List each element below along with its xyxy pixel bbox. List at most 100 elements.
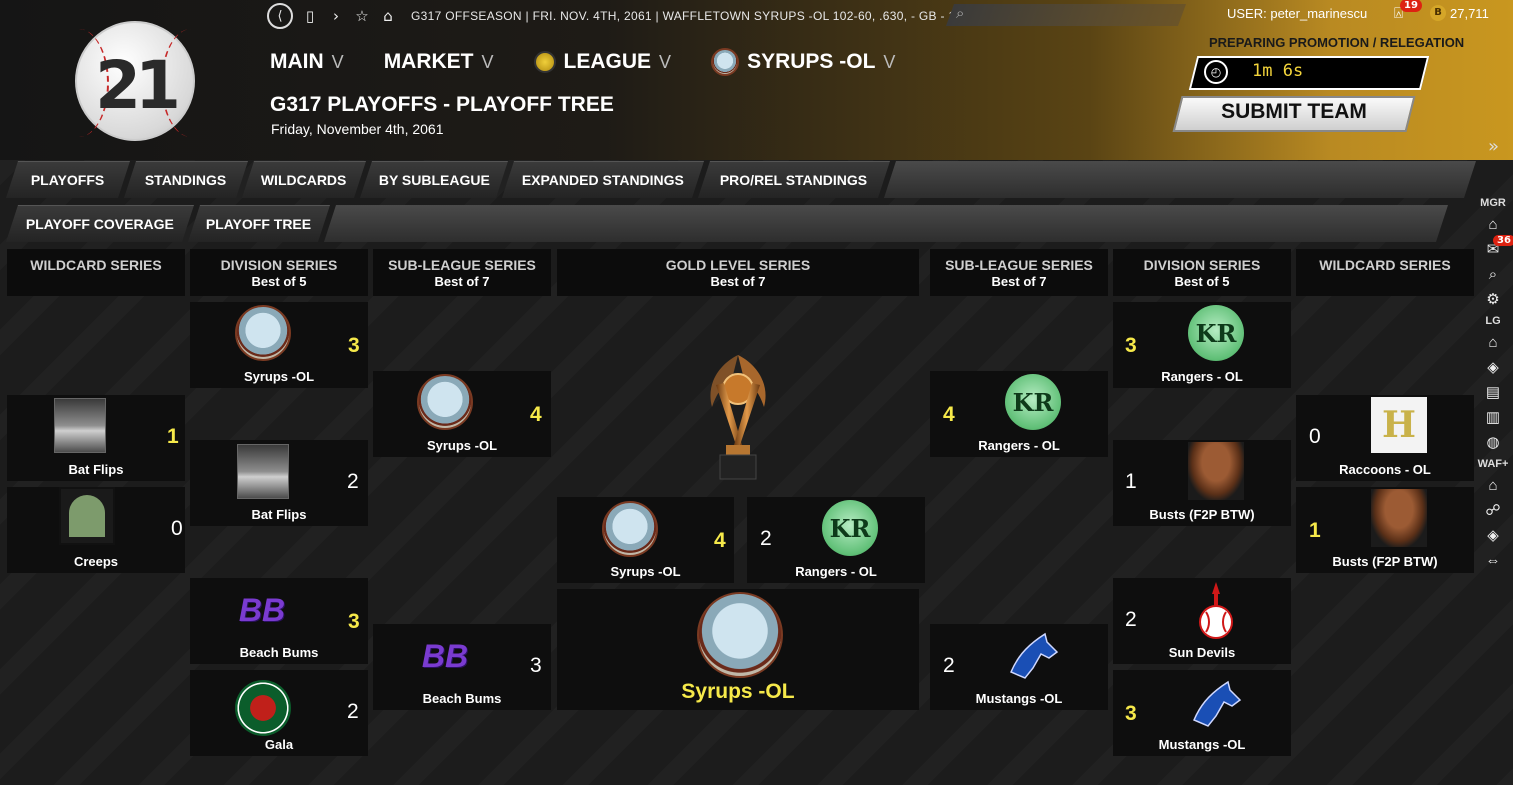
news-icon[interactable]: ▤ (1482, 381, 1504, 403)
team-name: Syrups -OL (243, 369, 315, 384)
team-card-rangers[interactable]: KR 4 Rangers - OL (930, 371, 1108, 457)
team-score: 2 (943, 654, 955, 677)
team-name: Rangers - OL (978, 438, 1060, 453)
bat-flips-logo-icon (54, 398, 106, 453)
beach-bums-logo-icon: BB (421, 637, 469, 674)
rangers-logo-icon: KR (1188, 305, 1244, 361)
nav-team-label: SYRUPS -OL (747, 50, 876, 73)
tab-playoff-coverage[interactable]: PLAYOFF COVERAGE (5, 205, 195, 242)
col-title: WILDCARD SERIES (1319, 257, 1451, 273)
tab-expanded-standings[interactable]: EXPANDED STANDINGS (501, 161, 705, 198)
team-score: 4 (530, 403, 542, 426)
diamond-icon[interactable]: ◈ (1482, 356, 1504, 378)
team-card-sun-devils[interactable]: 2 Sun Devils (1113, 578, 1291, 664)
team-card-gala[interactable]: 2 Gala (190, 670, 368, 756)
team-card-rangers[interactable]: KR 2 Rangers - OL (747, 497, 925, 583)
creeps-logo-shape (69, 495, 105, 537)
team-card-beach-bums[interactable]: BB 3 Beach Bums (373, 624, 551, 710)
expand-icon[interactable]: ⇔ (1482, 549, 1504, 571)
submit-team-label[interactable]: SUBMIT TEAM (1177, 100, 1411, 124)
team-card-bat-flips[interactable]: 2 Bat Flips (190, 440, 368, 526)
search-input[interactable] (945, 4, 1187, 26)
username[interactable]: USER: peter_marinescu (1227, 6, 1367, 21)
col-subleague-left: SUB-LEAGUE SERIES Best of 7 (373, 249, 551, 296)
team-card-syrups[interactable]: 4 Syrups -OL (557, 497, 734, 583)
app-logo[interactable]: 21 (75, 21, 195, 141)
search-icon[interactable]: ⌕ (1482, 263, 1504, 285)
team-card-mustangs[interactable]: 2 Mustangs -OL (930, 624, 1108, 710)
tab-standings[interactable]: STANDINGS (123, 161, 249, 198)
team-card-rangers[interactable]: KR 3 Rangers - OL (1113, 302, 1291, 388)
search-icon[interactable]: ⌕ (956, 4, 964, 22)
team-name: Mustangs -OL (1158, 737, 1246, 752)
tab-by-subleague-label: BY SUBLEAGUE (378, 172, 490, 188)
nav-main[interactable]: MAIN V (270, 48, 344, 76)
header: 21 ⟨ ▯ › ☆ ⌂ G317 OFFSEASON | FRI. NOV. … (0, 0, 1513, 160)
tab-pro-rel-standings[interactable]: PRO/REL STANDINGS (697, 161, 891, 198)
col-gold-level: GOLD LEVEL SERIES Best of 7 (557, 249, 919, 296)
tab-playoff-tree[interactable]: PLAYOFF TREE (187, 205, 331, 242)
notification-badge: 19 (1400, 0, 1422, 12)
team-score: 1 (167, 425, 179, 448)
col-sub: Best of 5 (1174, 274, 1230, 289)
col-sub: Best of 7 (434, 274, 490, 289)
team-card-busts[interactable]: 1 Busts (F2P BTW) (1113, 440, 1291, 526)
stopwatch-icon: ◴ (1204, 60, 1228, 84)
team-score: 3 (1125, 702, 1137, 725)
nav-league[interactable]: LEAGUE V (533, 48, 672, 76)
tab-wildcards[interactable]: WILDCARDS (241, 161, 367, 198)
team-card-bat-flips[interactable]: 1 Bat Flips (7, 395, 185, 481)
bar-chart-icon[interactable]: ▥ (1482, 406, 1504, 428)
raccoons-logo-icon: H (1371, 397, 1427, 453)
team-card-beach-bums[interactable]: BB 3 Beach Bums (190, 578, 368, 664)
promotion-status: PREPARING PROMOTION / RELEGATION (1209, 35, 1465, 50)
team-score: 1 (1309, 519, 1321, 542)
nav-market[interactable]: MARKET V (384, 48, 494, 76)
double-chevron-icon[interactable]: » (1488, 136, 1499, 157)
team-name: Rangers - OL (1161, 369, 1243, 384)
trophy-icon (710, 355, 766, 480)
people-icon[interactable]: ☍ (1482, 499, 1504, 521)
team-card-busts[interactable]: 1 Busts (F2P BTW) (1296, 487, 1474, 573)
top-bar: ⟨ ▯ › ☆ ⌂ G317 OFFSEASON | FRI. NOV. 4TH… (267, 3, 965, 29)
team-score: 2 (347, 700, 359, 723)
team-card-mustangs[interactable]: 3 Mustangs -OL (1113, 670, 1291, 756)
diamond-icon[interactable]: ◈ (1482, 524, 1504, 546)
team-score: 0 (1309, 425, 1321, 448)
syrups-logo-icon (697, 592, 783, 678)
team-score: 4 (943, 403, 955, 426)
baseball-icon[interactable]: ◍ (1482, 431, 1504, 453)
nav-main-label: MAIN (270, 50, 324, 73)
main-nav: MAIN V MARKET V LEAGUE V SYRUPS -OL V (270, 48, 935, 76)
page-icon[interactable]: ▯ (301, 7, 319, 25)
home-icon[interactable]: ⌂ (1482, 331, 1504, 353)
team-card-syrups[interactable]: 3 Syrups -OL (190, 302, 368, 388)
chevron-down-icon: V (659, 51, 672, 72)
team-name: Beach Bums (239, 645, 319, 660)
busts-logo-icon (1371, 489, 1427, 547)
home-icon[interactable]: ⌂ (1482, 474, 1504, 496)
home-icon[interactable]: ⌂ (379, 7, 397, 25)
home-icon[interactable]: ⌂ (1482, 213, 1504, 235)
col-wildcard-right: WILDCARD SERIES (1296, 249, 1474, 296)
col-sub: Best of 7 (710, 274, 766, 289)
team-score: 4 (714, 529, 726, 552)
team-card-creeps[interactable]: 0 Creeps (7, 487, 185, 573)
tab-playoffs[interactable]: PLAYOFFS (5, 161, 131, 198)
col-title: WILDCARD SERIES (30, 257, 162, 273)
team-score: 3 (530, 654, 542, 677)
tab-playoff-coverage-label: PLAYOFF COVERAGE (25, 216, 174, 232)
tab-by-subleague[interactable]: BY SUBLEAGUE (359, 161, 509, 198)
game-info: G317 OFFSEASON | FRI. NOV. 4TH, 2061 | W… (411, 9, 966, 23)
syrups-logo-icon (417, 374, 473, 430)
team-card-raccoons[interactable]: H 0 Raccoons - OL (1296, 395, 1474, 481)
forward-icon[interactable]: › (327, 7, 345, 25)
tab-row-primary: PLAYOFFS STANDINGS WILDCARDS BY SUBLEAGU… (5, 161, 1477, 198)
gear-icon[interactable]: ⚙ (1482, 288, 1504, 310)
back-icon[interactable]: ⟨ (267, 3, 293, 29)
star-icon[interactable]: ☆ (353, 7, 371, 25)
team-name: Creeps (73, 554, 119, 569)
team-score: 3 (1125, 334, 1137, 357)
team-card-syrups[interactable]: 4 Syrups -OL (373, 371, 551, 457)
nav-team[interactable]: SYRUPS -OL V (711, 48, 895, 76)
